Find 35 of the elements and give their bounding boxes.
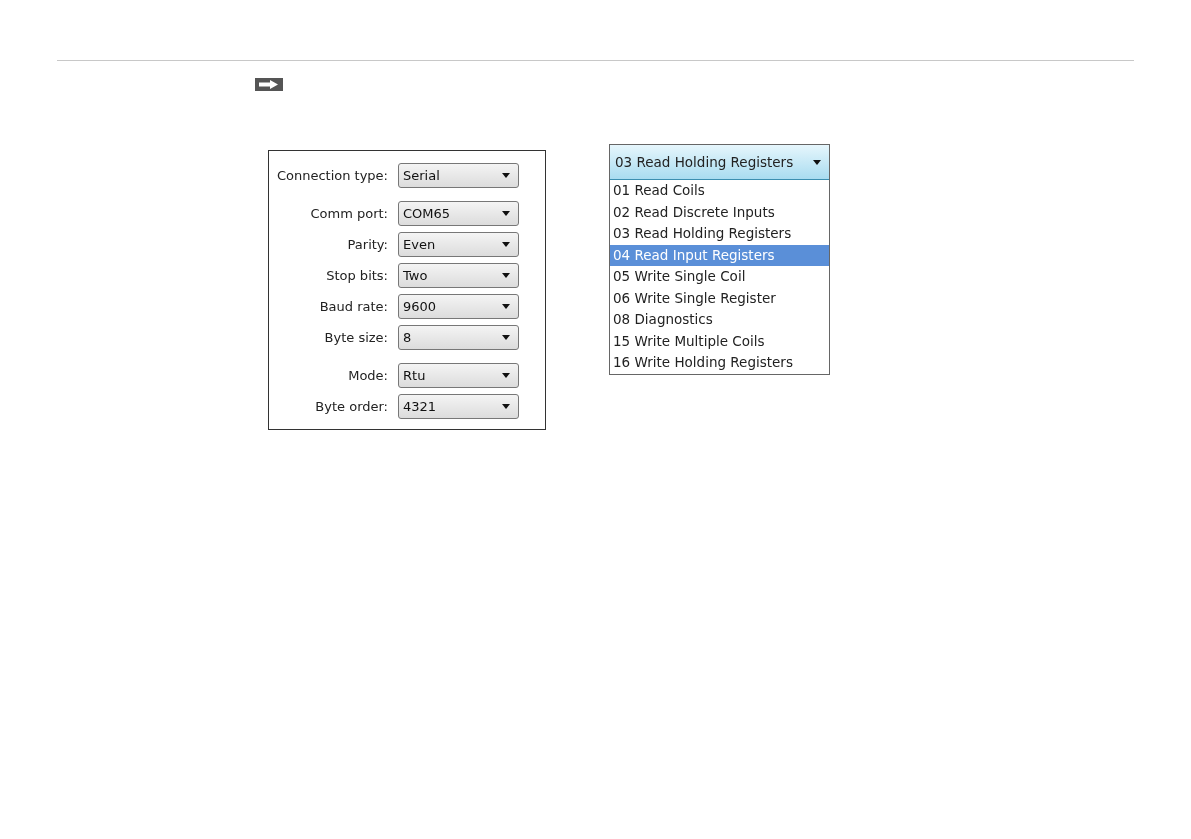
arrow-right-icon	[255, 78, 283, 91]
dropdown-option[interactable]: 02 Read Discrete Inputs	[610, 201, 829, 223]
caret-icon	[502, 211, 510, 216]
field-label: Comm port:	[309, 206, 388, 221]
dropdown-option[interactable]: 06 Write Single Register	[610, 287, 829, 309]
field-label: Stop bits:	[325, 268, 388, 283]
dropdown[interactable]: 9600	[398, 294, 519, 319]
dropdown-option[interactable]: 08 Diagnostics	[610, 309, 829, 331]
dropdown-option[interactable]: 16 Write Holding Registers	[610, 352, 829, 374]
dropdown[interactable]: Serial	[398, 163, 519, 188]
dropdown[interactable]: Rtu	[398, 363, 519, 388]
dropdown[interactable]: Two	[398, 263, 519, 288]
caret-icon	[502, 242, 510, 247]
dropdown[interactable]: COM65	[398, 201, 519, 226]
caret-icon	[813, 159, 821, 165]
field-label: Byte order:	[314, 399, 388, 414]
field-label: Connection type:	[275, 168, 388, 183]
dropdown-option[interactable]: 15 Write Multiple Coils	[610, 330, 829, 352]
field-label: Mode:	[347, 368, 388, 383]
caret-icon	[502, 304, 510, 309]
field-label: Byte size:	[323, 330, 388, 345]
caret-icon	[502, 335, 510, 340]
dropdown[interactable]: 8	[398, 325, 519, 350]
dropdown[interactable]: 4321	[398, 394, 519, 419]
dropdown-option[interactable]: 05 Write Single Coil	[610, 266, 829, 288]
dropdown-option[interactable]: 01 Read Coils	[610, 180, 829, 202]
caret-icon	[502, 173, 510, 178]
caret-icon	[502, 373, 510, 378]
caret-icon	[502, 404, 510, 409]
caret-icon	[502, 273, 510, 278]
dropdown-option[interactable]: 03 Read Holding Registers	[610, 223, 829, 245]
field-label: Baud rate:	[318, 299, 388, 314]
dropdown[interactable]: Even	[398, 232, 519, 257]
field-label: Parity:	[346, 237, 388, 252]
function-dropdown[interactable]: 03 Read Holding Registers	[610, 145, 829, 180]
